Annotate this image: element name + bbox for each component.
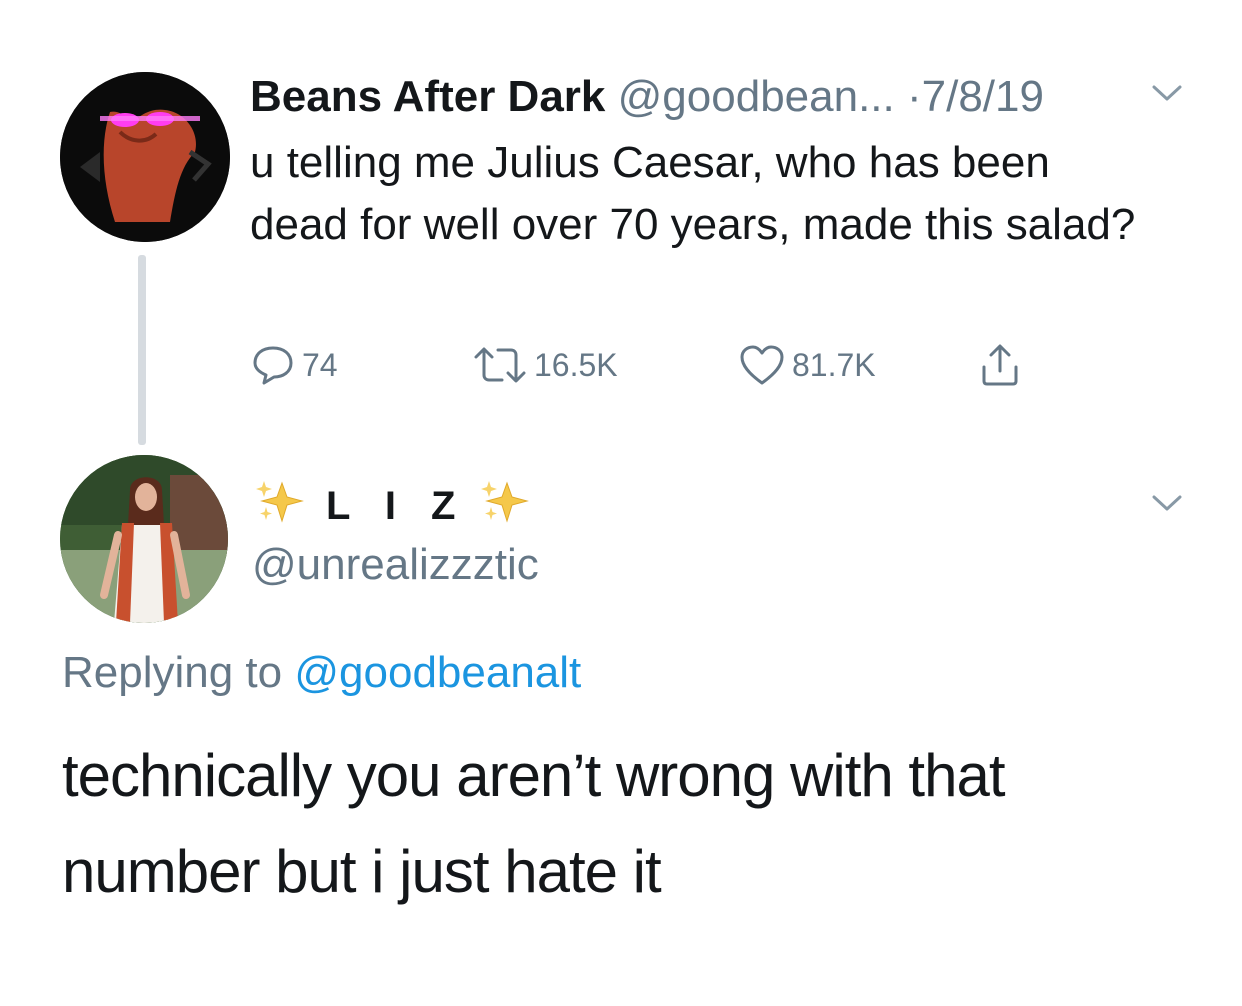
reply-author-handle[interactable]: @unrealizzztic xyxy=(252,538,539,592)
tweet-header: Beans After Dark @goodbean... ·7/8/19 xyxy=(250,70,1044,124)
liz-avatar-image xyxy=(60,455,228,623)
bean-avatar-image xyxy=(60,72,230,242)
replying-to-mention[interactable]: @goodbeanalt xyxy=(294,648,581,697)
replying-to-label: Replying to xyxy=(62,648,283,697)
author-avatar[interactable] xyxy=(60,72,230,242)
tweet-date[interactable]: 7/8/19 xyxy=(922,72,1044,121)
author-name[interactable]: Beans After Dark xyxy=(250,72,605,121)
reply-count: 74 xyxy=(302,346,338,383)
chevron-down-icon[interactable] xyxy=(1150,82,1184,109)
chevron-down-icon[interactable] xyxy=(1150,492,1184,519)
author-handle[interactable]: @goodbean... xyxy=(618,72,895,121)
like-icon xyxy=(740,345,784,385)
tweet-actions-bar: 74 16.5K 81.7K xyxy=(250,340,1070,390)
share-button[interactable] xyxy=(978,340,1028,390)
sparkles-icon xyxy=(477,477,533,535)
like-count: 81.7K xyxy=(792,346,876,383)
reply-author-avatar[interactable] xyxy=(60,455,228,623)
retweet-icon xyxy=(474,347,526,383)
reply-icon xyxy=(253,346,293,385)
replying-to-line: Replying to @goodbeanalt xyxy=(62,646,581,700)
sparkles-icon xyxy=(252,477,308,535)
thread-connector-line xyxy=(138,255,146,445)
reply-button[interactable]: 74 xyxy=(250,340,338,390)
tweet-text: u telling me Julius Caesar, who has been… xyxy=(250,138,1136,249)
dot-separator: · xyxy=(906,72,922,121)
reply-text: technically you aren’t wrong with that n… xyxy=(62,742,1006,905)
share-icon xyxy=(982,344,1018,386)
retweet-count: 16.5K xyxy=(534,346,618,383)
reply-author-name-text: L I Z xyxy=(326,483,468,528)
like-button[interactable]: 81.7K xyxy=(738,340,876,390)
retweet-button[interactable]: 16.5K xyxy=(472,340,618,390)
reply-author-name[interactable]: L I Z xyxy=(252,478,533,534)
